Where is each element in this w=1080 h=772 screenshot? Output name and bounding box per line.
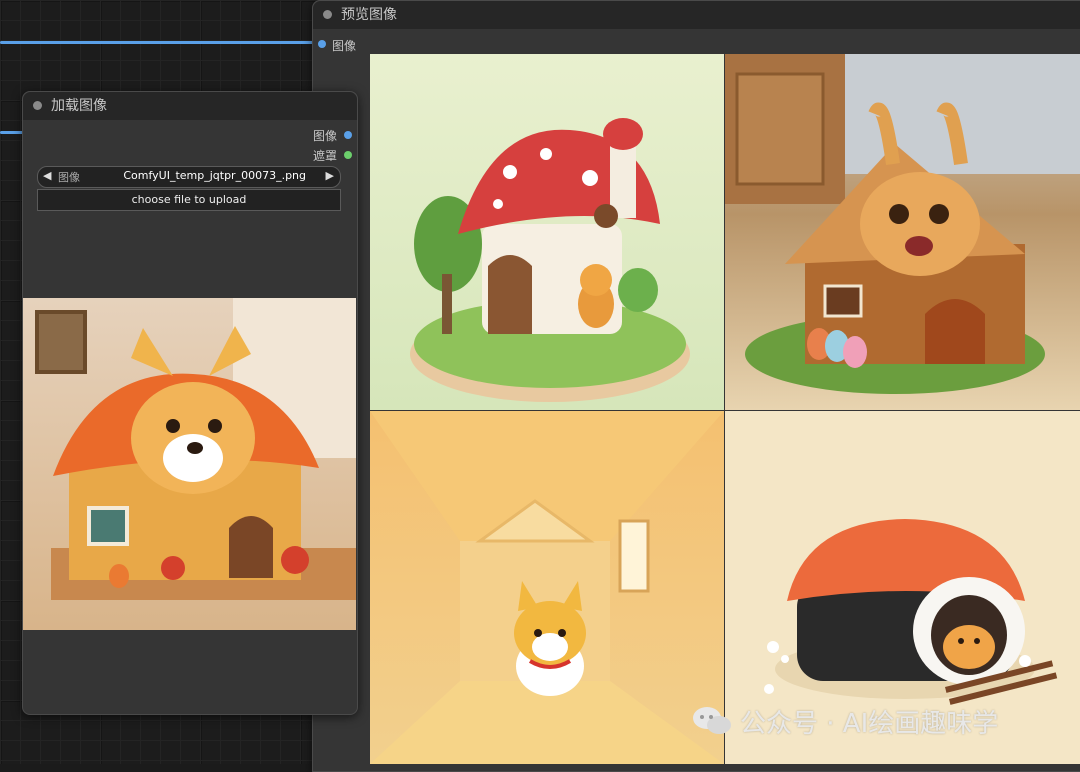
corgi-house-illustration <box>35 298 356 600</box>
combo-label: 图像 <box>58 171 80 184</box>
wechat-icon <box>693 707 731 734</box>
load-image-node[interactable]: 加载图像 图像 遮罩 ◀ 图像 ComfyUI_temp_jqtpr_00073… <box>22 91 358 715</box>
image-output-label: 图像 <box>312 129 337 143</box>
preview-image-gingerbread-house[interactable] <box>725 54 1080 410</box>
preview-node-title-bar[interactable]: 预览图像 <box>313 1 1080 29</box>
mask-output-dot[interactable] <box>344 151 352 159</box>
gingerbread-house-illustration <box>725 54 1080 394</box>
mask-output-label: 遮罩 <box>312 149 337 163</box>
combo-value: ComfyUI_temp_jqtpr_00073_.png <box>123 169 306 182</box>
preview-image-corgi-room[interactable] <box>370 411 724 764</box>
upload-button[interactable]: choose file to upload <box>37 189 341 211</box>
preview-node-title: 预览图像 <box>341 7 397 23</box>
image-file-combo[interactable]: ◀ 图像 ComfyUI_temp_jqtpr_00073_.png ▶ <box>37 166 341 188</box>
image-input-dot[interactable] <box>318 40 326 48</box>
image-output-dot[interactable] <box>344 131 352 139</box>
mushroom-house-illustration <box>410 118 690 402</box>
combo-prev-arrow-icon[interactable]: ◀ <box>43 169 51 182</box>
watermark-text: 公众号 · AI绘画趣味学 <box>740 708 999 739</box>
watermark: 公众号 · AI绘画趣味学 <box>692 702 998 740</box>
loaded-image-preview <box>23 298 356 630</box>
load-node-title: 加载图像 <box>51 98 107 114</box>
corgi-room-illustration <box>370 411 724 764</box>
partial-link-wire <box>0 131 24 134</box>
node-collapse-dot[interactable] <box>323 10 332 19</box>
image-link-wire <box>0 41 318 44</box>
node-collapse-dot[interactable] <box>33 101 42 110</box>
combo-next-arrow-icon[interactable]: ▶ <box>326 169 334 182</box>
image-input-label: 图像 <box>332 39 357 53</box>
preview-image-mushroom-house[interactable] <box>370 54 724 410</box>
load-node-title-bar[interactable]: 加载图像 <box>23 92 357 120</box>
